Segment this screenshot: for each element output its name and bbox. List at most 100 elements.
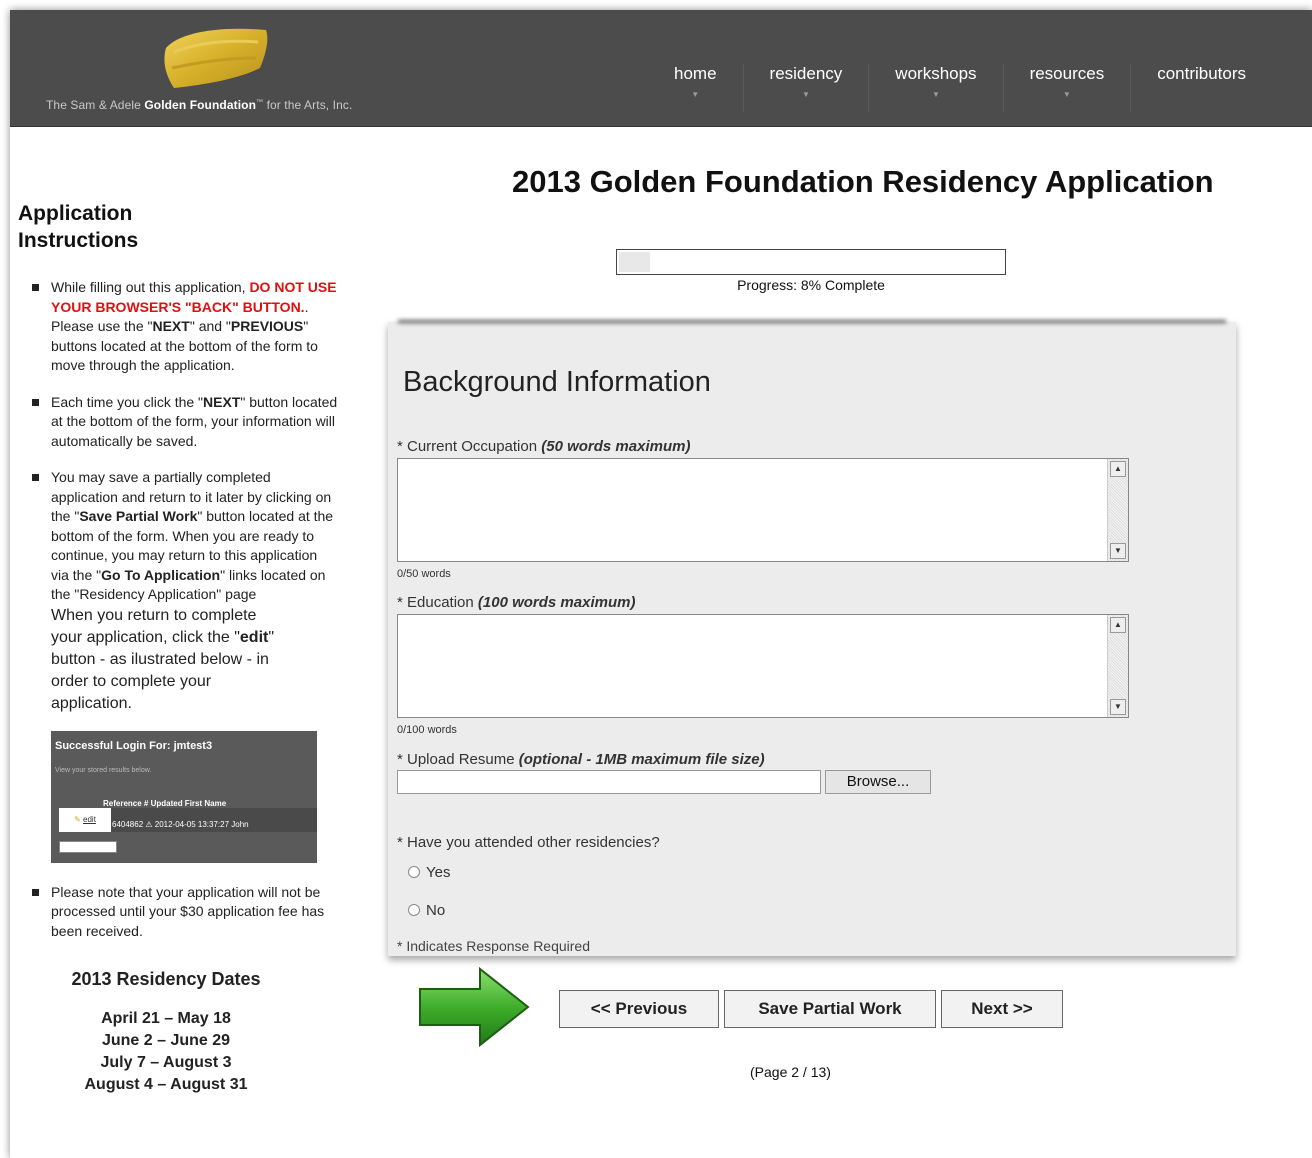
dates-title: 2013 Residency Dates bbox=[71, 969, 261, 989]
login-example-row: ✎ edit 6404862 ⚠ 2012-04-05 13:37:27 Joh… bbox=[59, 807, 317, 832]
page-title: 2013 Golden Foundation Residency Applica… bbox=[512, 164, 1214, 199]
date-range: June 2 – June 29 bbox=[101, 1032, 231, 1049]
radio-yes-label: Yes bbox=[426, 864, 451, 881]
radio-button[interactable] bbox=[408, 904, 420, 916]
nav-contributors-label: contributors bbox=[1157, 64, 1247, 83]
occupation-word-count: 0/50 words bbox=[397, 568, 451, 580]
chevron-down-icon: ▼ bbox=[1062, 90, 1071, 99]
radio-yes[interactable]: Yes bbox=[408, 864, 450, 881]
text: NEXT bbox=[152, 318, 190, 334]
radio-no-label: No bbox=[426, 902, 446, 919]
occupation-textarea[interactable]: ▲ ▼ bbox=[397, 458, 1129, 562]
date-range: April 21 – May 18 bbox=[101, 1010, 231, 1027]
site-header: The Sam & Adele Golden Foundation™ for t… bbox=[10, 10, 1312, 127]
progress-fill bbox=[619, 252, 650, 272]
login-example-edit: ✎ edit bbox=[59, 807, 111, 832]
resume-label: * Upload Resume (optional - 1MB maximum … bbox=[397, 751, 765, 768]
sidebar-title-line1: Application bbox=[18, 202, 133, 225]
radio-button[interactable] bbox=[408, 866, 420, 878]
radio-no[interactable]: No bbox=[408, 902, 445, 919]
section-title: Background Information bbox=[403, 366, 711, 398]
text: edit bbox=[239, 628, 269, 646]
text: PREVIOUS bbox=[230, 318, 304, 334]
sidebar-title-line2: Instructions bbox=[18, 229, 139, 252]
text: * Upload Resume bbox=[397, 751, 515, 768]
education-word-count: 0/100 words bbox=[397, 724, 457, 736]
date-range: July 7 – August 3 bbox=[100, 1054, 232, 1071]
text: Please note that your application will n… bbox=[51, 883, 325, 939]
text: Go To Application bbox=[101, 566, 221, 583]
text: (100 words maximum) bbox=[477, 594, 636, 611]
login-example-scrollbar bbox=[59, 840, 117, 853]
form-panel: Background Information * Current Occupat… bbox=[388, 322, 1236, 956]
edit-instructions: When you return to complete your applica… bbox=[51, 605, 283, 715]
scroll-down-icon[interactable]: ▼ bbox=[1110, 699, 1126, 715]
scroll-up-icon[interactable]: ▲ bbox=[1110, 617, 1126, 633]
instructions-sidebar: Application Instructions While filling o… bbox=[18, 200, 338, 1096]
progress-text: Progress: 8% Complete bbox=[737, 277, 885, 293]
sidebar-title: Application Instructions bbox=[18, 200, 338, 254]
text: edit bbox=[83, 814, 96, 824]
text: * Current Occupation bbox=[397, 438, 538, 455]
green-arrow-icon bbox=[419, 966, 530, 1048]
nav-residency-label: residency bbox=[769, 64, 843, 83]
logo-suffix: for the Arts, Inc. bbox=[266, 98, 353, 112]
text: While filling out this application, bbox=[51, 279, 246, 295]
login-example-image: Successful Login For: jmtest3 View your … bbox=[51, 730, 317, 863]
page-counter: (Page 2 / 13) bbox=[750, 1064, 831, 1080]
scroll-up-icon[interactable]: ▲ bbox=[1110, 461, 1126, 477]
chevron-down-icon: ▼ bbox=[801, 90, 810, 99]
occupation-label: * Current Occupation (50 words maximum) bbox=[397, 438, 690, 455]
text: * Education bbox=[397, 594, 474, 611]
residencies-label: * Have you attended other residencies? bbox=[397, 834, 660, 851]
logo-bold: Golden Foundation bbox=[144, 98, 257, 112]
logo-tm: ™ bbox=[256, 99, 264, 106]
nav-workshops-label: workshops bbox=[895, 64, 977, 83]
nav-residency[interactable]: residency ▼ bbox=[742, 64, 869, 112]
nav-caret-empty bbox=[1157, 90, 1246, 98]
instruction-autosave: Each time you click the "NEXT" button lo… bbox=[18, 393, 338, 452]
date-range: August 4 – August 31 bbox=[84, 1076, 248, 1093]
chevron-down-icon: ▼ bbox=[931, 90, 940, 99]
nav-resources-label: resources bbox=[1029, 64, 1105, 83]
scroll-down-icon[interactable]: ▼ bbox=[1110, 543, 1126, 559]
progress-bar bbox=[616, 249, 1006, 275]
logo-brushstroke-icon[interactable] bbox=[160, 22, 272, 94]
residency-dates: 2013 Residency Dates April 21 – May 18 J… bbox=[18, 969, 314, 1096]
next-button[interactable]: Next >> bbox=[941, 990, 1063, 1028]
required-note: * Indicates Response Required bbox=[397, 938, 591, 954]
nav-workshops[interactable]: workshops ▼ bbox=[868, 64, 1002, 112]
nav-contributors[interactable]: contributors bbox=[1130, 64, 1272, 112]
login-example-title: Successful Login For: jmtest3 bbox=[55, 739, 213, 752]
nav-home[interactable]: home ▼ bbox=[648, 64, 743, 112]
text: Save Partial Work bbox=[79, 508, 198, 524]
nav-resources[interactable]: resources ▼ bbox=[1002, 64, 1131, 112]
education-label: * Education (100 words maximum) bbox=[397, 594, 635, 611]
logo-prefix: The Sam & Adele bbox=[46, 98, 141, 112]
chevron-down-icon: ▼ bbox=[691, 90, 700, 99]
instruction-back-button: While filling out this application, DO N… bbox=[18, 278, 338, 376]
text: (optional - 1MB maximum file size) bbox=[518, 751, 765, 768]
scrollbar[interactable]: ▲ ▼ bbox=[1107, 459, 1128, 561]
text: Each time you click the " bbox=[51, 393, 204, 410]
scrollbar[interactable]: ▲ ▼ bbox=[1107, 615, 1128, 717]
education-textarea[interactable]: ▲ ▼ bbox=[397, 614, 1129, 718]
text: " and " bbox=[189, 318, 231, 334]
resume-file-input[interactable] bbox=[397, 770, 821, 794]
browse-button[interactable]: Browse... bbox=[825, 770, 931, 794]
previous-button[interactable]: << Previous bbox=[559, 990, 719, 1028]
instruction-fee: Please note that your application will n… bbox=[18, 883, 338, 942]
text: When you return to complete your applica… bbox=[51, 606, 257, 646]
login-example-row-text: 6404862 ⚠ 2012-04-05 13:37:27 John bbox=[112, 819, 249, 829]
pencil-icon: ✎ bbox=[74, 814, 81, 824]
instruction-save-partial: You may save a partially completed appli… bbox=[18, 468, 338, 863]
text: (50 words maximum) bbox=[541, 438, 691, 455]
instruction-list: While filling out this application, DO N… bbox=[18, 278, 338, 941]
browser-page: The Sam & Adele Golden Foundation™ for t… bbox=[10, 10, 1312, 1158]
main-nav: home ▼ residency ▼ workshops ▼ resources… bbox=[648, 64, 1272, 114]
login-example-subtitle: View your stored results below. bbox=[55, 766, 152, 774]
logo-text[interactable]: The Sam & Adele Golden Foundation™ for t… bbox=[46, 98, 352, 112]
save-partial-work-button[interactable]: Save Partial Work bbox=[724, 990, 936, 1028]
nav-home-label: home bbox=[674, 64, 717, 83]
text: NEXT bbox=[203, 393, 241, 410]
